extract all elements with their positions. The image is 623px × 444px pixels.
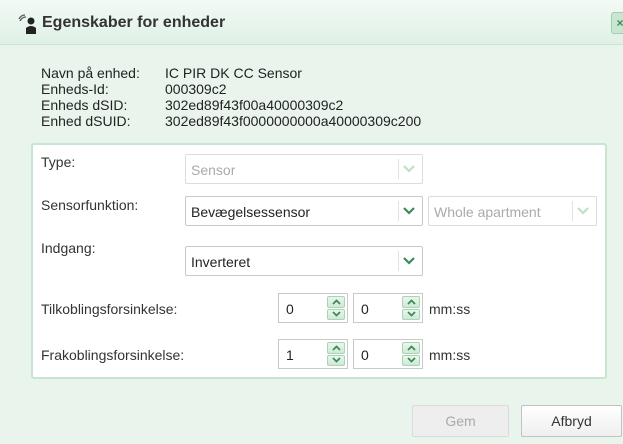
scope-select: Whole apartment bbox=[428, 196, 597, 226]
dialog-titlebar: Egenskaber for enheder × bbox=[0, 0, 623, 45]
off-delay-minutes-value: 1 bbox=[286, 347, 294, 363]
on-delay-label: Tilkoblingsforsinkelse: bbox=[41, 301, 178, 317]
type-value: Sensor bbox=[191, 162, 236, 178]
off-delay-seconds-spinner[interactable]: 0 bbox=[353, 339, 423, 369]
info-key: Enheds dSID: bbox=[41, 97, 128, 113]
chevron-down-icon[interactable] bbox=[402, 308, 420, 320]
on-delay-seconds-spinner[interactable]: 0 bbox=[353, 293, 423, 323]
chevron-up-icon[interactable] bbox=[402, 342, 420, 354]
info-row-name: Navn på enhed: IC PIR DK CC Sensor bbox=[41, 65, 421, 81]
chevron-down-icon[interactable] bbox=[398, 201, 419, 221]
on-delay-minutes-spinner[interactable]: 0 bbox=[278, 293, 348, 323]
save-button[interactable]: Gem bbox=[412, 405, 509, 437]
scope-value: Whole apartment bbox=[434, 204, 541, 220]
info-key: Enheds-Id: bbox=[41, 81, 109, 97]
chevron-down-icon[interactable] bbox=[398, 251, 419, 271]
device-person-icon bbox=[18, 14, 36, 34]
off-delay-seconds-value: 0 bbox=[361, 347, 369, 363]
dialog-title: Egenskaber for enheder bbox=[42, 14, 226, 31]
input-select[interactable]: Inverteret bbox=[185, 246, 423, 276]
input-value: Inverteret bbox=[191, 254, 251, 270]
chevron-down-icon[interactable] bbox=[327, 308, 345, 320]
off-delay-label: Frakoblingsforsinkelse: bbox=[41, 347, 185, 363]
info-value: IC PIR DK CC Sensor bbox=[165, 65, 302, 81]
off-delay-minutes-spinner[interactable]: 1 bbox=[278, 339, 348, 369]
sensor-function-value: Bevægelsessensor bbox=[191, 204, 311, 220]
on-delay-minutes-value: 0 bbox=[286, 301, 294, 317]
settings-panel: Type: Sensor Sensorfunktion: Bevægelsess… bbox=[31, 143, 607, 379]
chevron-down-icon bbox=[398, 159, 419, 179]
chevron-up-icon[interactable] bbox=[327, 296, 345, 308]
type-select: Sensor bbox=[185, 154, 423, 184]
device-info: Navn på enhed: IC PIR DK CC Sensor Enheds… bbox=[41, 65, 421, 129]
info-row-dsid: Enheds dSID: 302ed89f43f00a40000309c2 bbox=[41, 97, 421, 113]
input-label: Indgang: bbox=[41, 240, 96, 256]
cancel-button[interactable]: Afbryd bbox=[521, 405, 622, 437]
sensor-function-select[interactable]: Bevægelsessensor bbox=[185, 196, 423, 226]
info-value: 302ed89f43f0000000000a40000309c200 bbox=[165, 113, 422, 129]
on-delay-seconds-value: 0 bbox=[361, 301, 369, 317]
type-label: Type: bbox=[41, 154, 76, 170]
chevron-down-icon bbox=[572, 201, 593, 221]
info-key: Enhed dSUID: bbox=[41, 113, 131, 129]
off-delay-unit: mm:ss bbox=[429, 347, 471, 363]
info-row-dsuid: Enhed dSUID: 302ed89f43f0000000000a400003… bbox=[41, 113, 421, 129]
info-value: 000309c2 bbox=[165, 81, 227, 97]
chevron-down-icon[interactable] bbox=[402, 354, 420, 366]
on-delay-unit: mm:ss bbox=[429, 301, 471, 317]
chevron-up-icon[interactable] bbox=[402, 296, 420, 308]
info-value: 302ed89f43f00a40000309c2 bbox=[165, 97, 344, 113]
chevron-down-icon[interactable] bbox=[327, 354, 345, 366]
sensor-function-label: Sensorfunktion: bbox=[41, 197, 139, 213]
info-key: Navn på enhed: bbox=[41, 65, 140, 81]
info-row-id: Enheds-Id: 000309c2 bbox=[41, 81, 421, 97]
chevron-up-icon[interactable] bbox=[327, 342, 345, 354]
close-button[interactable]: × bbox=[611, 12, 623, 34]
